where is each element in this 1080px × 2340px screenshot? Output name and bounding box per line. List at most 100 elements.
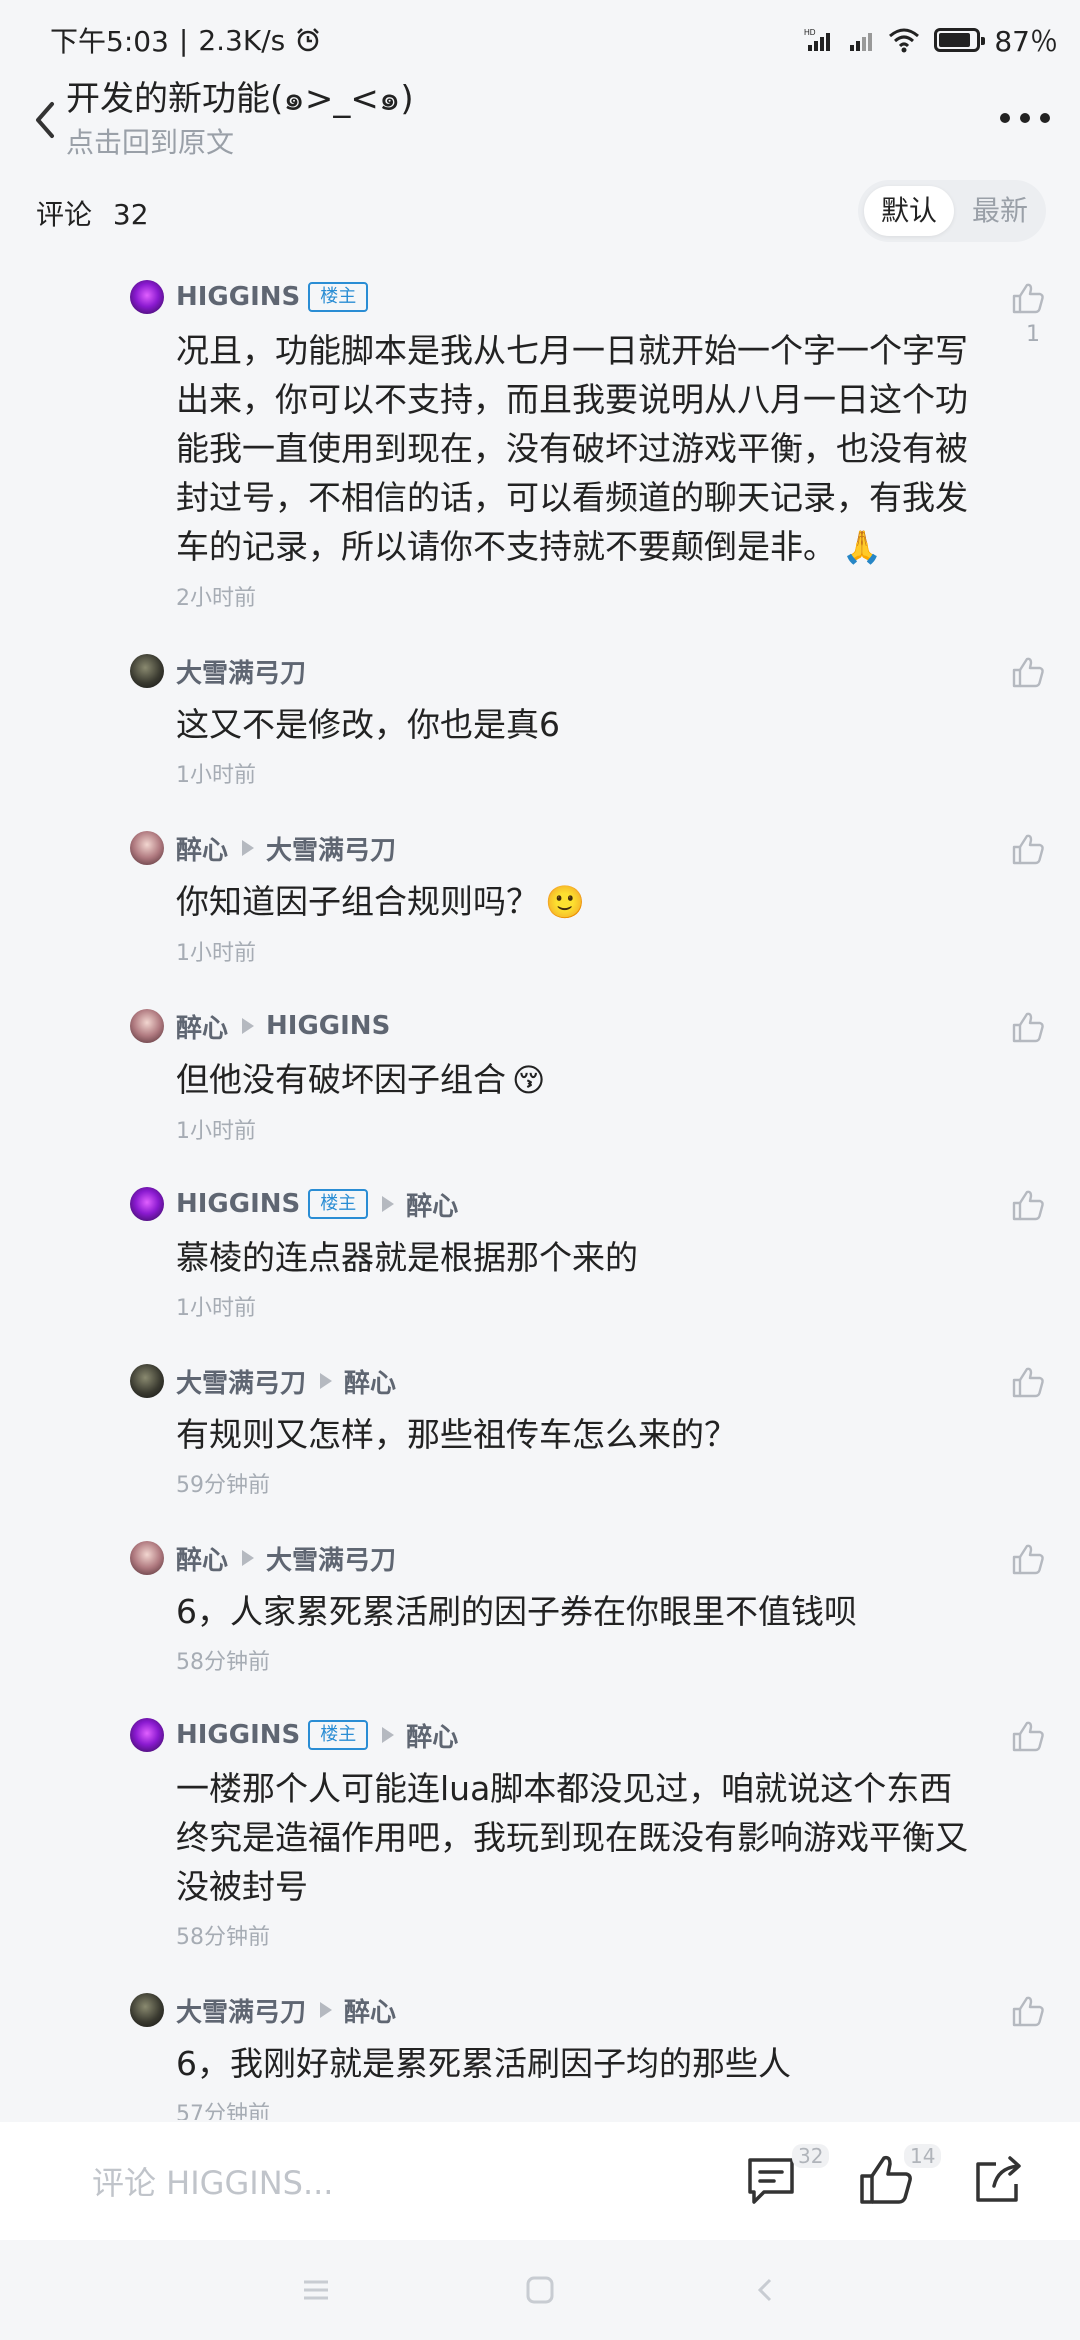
op-badge: 楼主	[308, 1720, 369, 1750]
reply-arrow-icon	[382, 1196, 395, 1212]
page-title[interactable]: 开发的新功能(๑>_<๑)	[66, 71, 414, 125]
comment-body: 6，人家累死累活刷的因子券在你眼里不值钱呗	[176, 1587, 970, 1636]
emoji: 🙂	[545, 883, 585, 921]
avatar[interactable]	[130, 1993, 164, 2027]
comments-number: 32	[112, 198, 149, 231]
more-options-icon[interactable]	[1000, 113, 1050, 123]
back-icon[interactable]	[30, 100, 60, 140]
sort-toggle: 默认 最新	[858, 180, 1046, 242]
reply-to-username[interactable]: 醉心	[344, 1992, 396, 2029]
like-icon[interactable]	[1010, 1187, 1046, 1223]
comment-text: 有规则又怎样，那些祖传车怎么来的？	[176, 1415, 737, 1454]
username[interactable]: 醉心	[176, 1540, 228, 1577]
comment-body: 有规则又怎样，那些祖传车怎么来的？	[176, 1410, 970, 1459]
share-icon[interactable]	[968, 2150, 1028, 2210]
reply-to-username[interactable]: 醉心	[344, 1363, 396, 1400]
username[interactable]: HIGGINS	[176, 1189, 300, 1219]
like-icon[interactable]	[1010, 1718, 1046, 1754]
battery-percent: 87％	[994, 25, 1058, 58]
like-icon[interactable]	[1010, 1993, 1046, 2029]
comment-item[interactable]: 醉心 大雪满弓刀你知道因子组合规则吗？ 🙂 1小时前	[0, 811, 1080, 989]
comment-body: 这又不是修改，你也是真6	[176, 700, 970, 749]
system-nav-bar	[0, 2240, 1080, 2340]
comment-body: 况且，功能脚本是我从七月一日就开始一个字一个字写出来，你可以不支持，而且我要说明…	[176, 326, 970, 572]
comment-time: 1小时前	[176, 1119, 256, 1144]
reply-to-username[interactable]: HIGGINS	[266, 1011, 390, 1041]
comment-count-badge: 32	[792, 2144, 830, 2168]
sort-newest-tab[interactable]: 最新	[958, 186, 1042, 236]
comment-item[interactable]: 大雪满弓刀 醉心 6，我刚好就是累死累活刷因子均的那些人 57分钟前	[0, 1973, 1080, 2120]
comment-item[interactable]: HIGGINS 楼主 醉心 慕棱的连点器就是根据那个来的 1小时前	[0, 1167, 1080, 1344]
alarm-icon	[295, 27, 321, 53]
comment-list: HIGGINS 楼主 况且，功能脚本是我从七月一日就开始一个字一个字写出来，你可以不…	[0, 260, 1080, 2120]
comment-body: 一楼那个人可能连lua脚本都没见过，咱就说这个东西终究是造福作用吧，我玩到现在既…	[176, 1764, 970, 1911]
comment-header: 大雪满弓刀 醉心	[176, 1363, 970, 1400]
avatar[interactable]	[130, 1009, 164, 1043]
header: 开发的新功能(๑>_<๑) 点击回到原文	[0, 65, 1080, 165]
comment-header: 醉心 大雪满弓刀	[176, 1540, 970, 1577]
comment-input[interactable]: 评论 HIGGINS...	[92, 2158, 333, 2204]
comments-label: 评论	[36, 198, 93, 231]
avatar[interactable]	[130, 831, 164, 865]
username[interactable]: 大雪满弓刀	[176, 1992, 306, 2029]
comment-header: 大雪满弓刀	[176, 653, 970, 690]
comment-header: 醉心 HIGGINS	[176, 1008, 970, 1045]
status-net-speed: 2.3K/s	[198, 23, 286, 57]
reply-arrow-icon	[242, 1018, 255, 1034]
menu-nav-icon[interactable]	[296, 2270, 336, 2310]
username[interactable]: 醉心	[176, 1008, 228, 1045]
like-icon[interactable]	[1010, 1541, 1046, 1577]
username[interactable]: 大雪满弓刀	[176, 653, 306, 690]
back-nav-icon[interactable]	[746, 2270, 786, 2310]
comment-header: HIGGINS 楼主	[176, 280, 970, 314]
like-icon[interactable]	[1010, 1009, 1046, 1045]
reply-to-username[interactable]: 大雪满弓刀	[266, 830, 396, 867]
avatar[interactable]	[130, 1187, 164, 1221]
back-to-original-link[interactable]: 点击回到原文	[66, 121, 234, 161]
comment-time: 1小时前	[176, 763, 256, 788]
signal-icon	[848, 27, 874, 53]
like-icon[interactable]	[1010, 654, 1046, 690]
comment-body: 但他没有破坏因子组合 😚	[176, 1055, 970, 1105]
reply-to-username[interactable]: 醉心	[406, 1186, 458, 1223]
avatar[interactable]	[130, 1364, 164, 1398]
comment-item[interactable]: HIGGINS 楼主 醉心一楼那个人可能连lua脚本都没见过，咱就说这个东西终究是造…	[0, 1698, 1080, 1973]
comment-body: 你知道因子组合规则吗？ 🙂	[176, 877, 970, 927]
comment-text: 但他没有破坏因子组合	[176, 1060, 506, 1099]
username[interactable]: HIGGINS	[176, 282, 300, 312]
comment-item[interactable]: 大雪满弓刀这又不是修改，你也是真6 1小时前	[0, 634, 1080, 811]
comment-header: HIGGINS 楼主 醉心	[176, 1186, 970, 1223]
like-icon[interactable]	[1010, 1364, 1046, 1400]
avatar[interactable]	[130, 1541, 164, 1575]
avatar[interactable]	[130, 280, 164, 314]
username[interactable]: 醉心	[176, 830, 228, 867]
reply-arrow-icon	[242, 1550, 255, 1566]
comment-item[interactable]: HIGGINS 楼主况且，功能脚本是我从七月一日就开始一个字一个字写出来，你可以不…	[0, 260, 1080, 634]
status-bar-right: HD 87％	[804, 20, 1058, 60]
like-icon[interactable]	[1010, 831, 1046, 867]
comment-time: 58分钟前	[176, 1650, 270, 1675]
comment-time: 59分钟前	[176, 1473, 270, 1498]
battery-icon	[934, 28, 986, 52]
comment-item[interactable]: 大雪满弓刀 醉心有规则又怎样，那些祖传车怎么来的？ 59分钟前	[0, 1344, 1080, 1521]
home-nav-icon[interactable]	[520, 2270, 560, 2310]
comment-item[interactable]: 醉心 大雪满弓刀 6，人家累死累活刷的因子券在你眼里不值钱呗 58分钟前	[0, 1521, 1080, 1698]
comment-body: 6，我刚好就是累死累活刷因子均的那些人	[176, 2039, 970, 2088]
like-count: 1	[1026, 322, 1040, 347]
reply-to-username[interactable]: 大雪满弓刀	[266, 1540, 396, 1577]
like-icon[interactable]	[1010, 280, 1046, 316]
emoji: 🙏	[842, 528, 882, 566]
status-separator: |	[178, 23, 189, 57]
sort-default-tab[interactable]: 默认	[864, 186, 954, 236]
reply-arrow-icon	[242, 840, 255, 856]
avatar[interactable]	[130, 1718, 164, 1752]
username[interactable]: HIGGINS	[176, 1720, 300, 1750]
avatar[interactable]	[130, 654, 164, 688]
username[interactable]: 大雪满弓刀	[176, 1363, 306, 1400]
wifi-icon	[888, 27, 920, 53]
hd-signal-icon: HD	[804, 27, 834, 53]
reply-to-username[interactable]: 醉心	[406, 1717, 458, 1754]
status-time: 下午5:03	[50, 25, 169, 58]
comment-time: 1小时前	[176, 941, 256, 966]
comment-item[interactable]: 醉心 HIGGINS 但他没有破坏因子组合 😚 1小时前	[0, 989, 1080, 1167]
